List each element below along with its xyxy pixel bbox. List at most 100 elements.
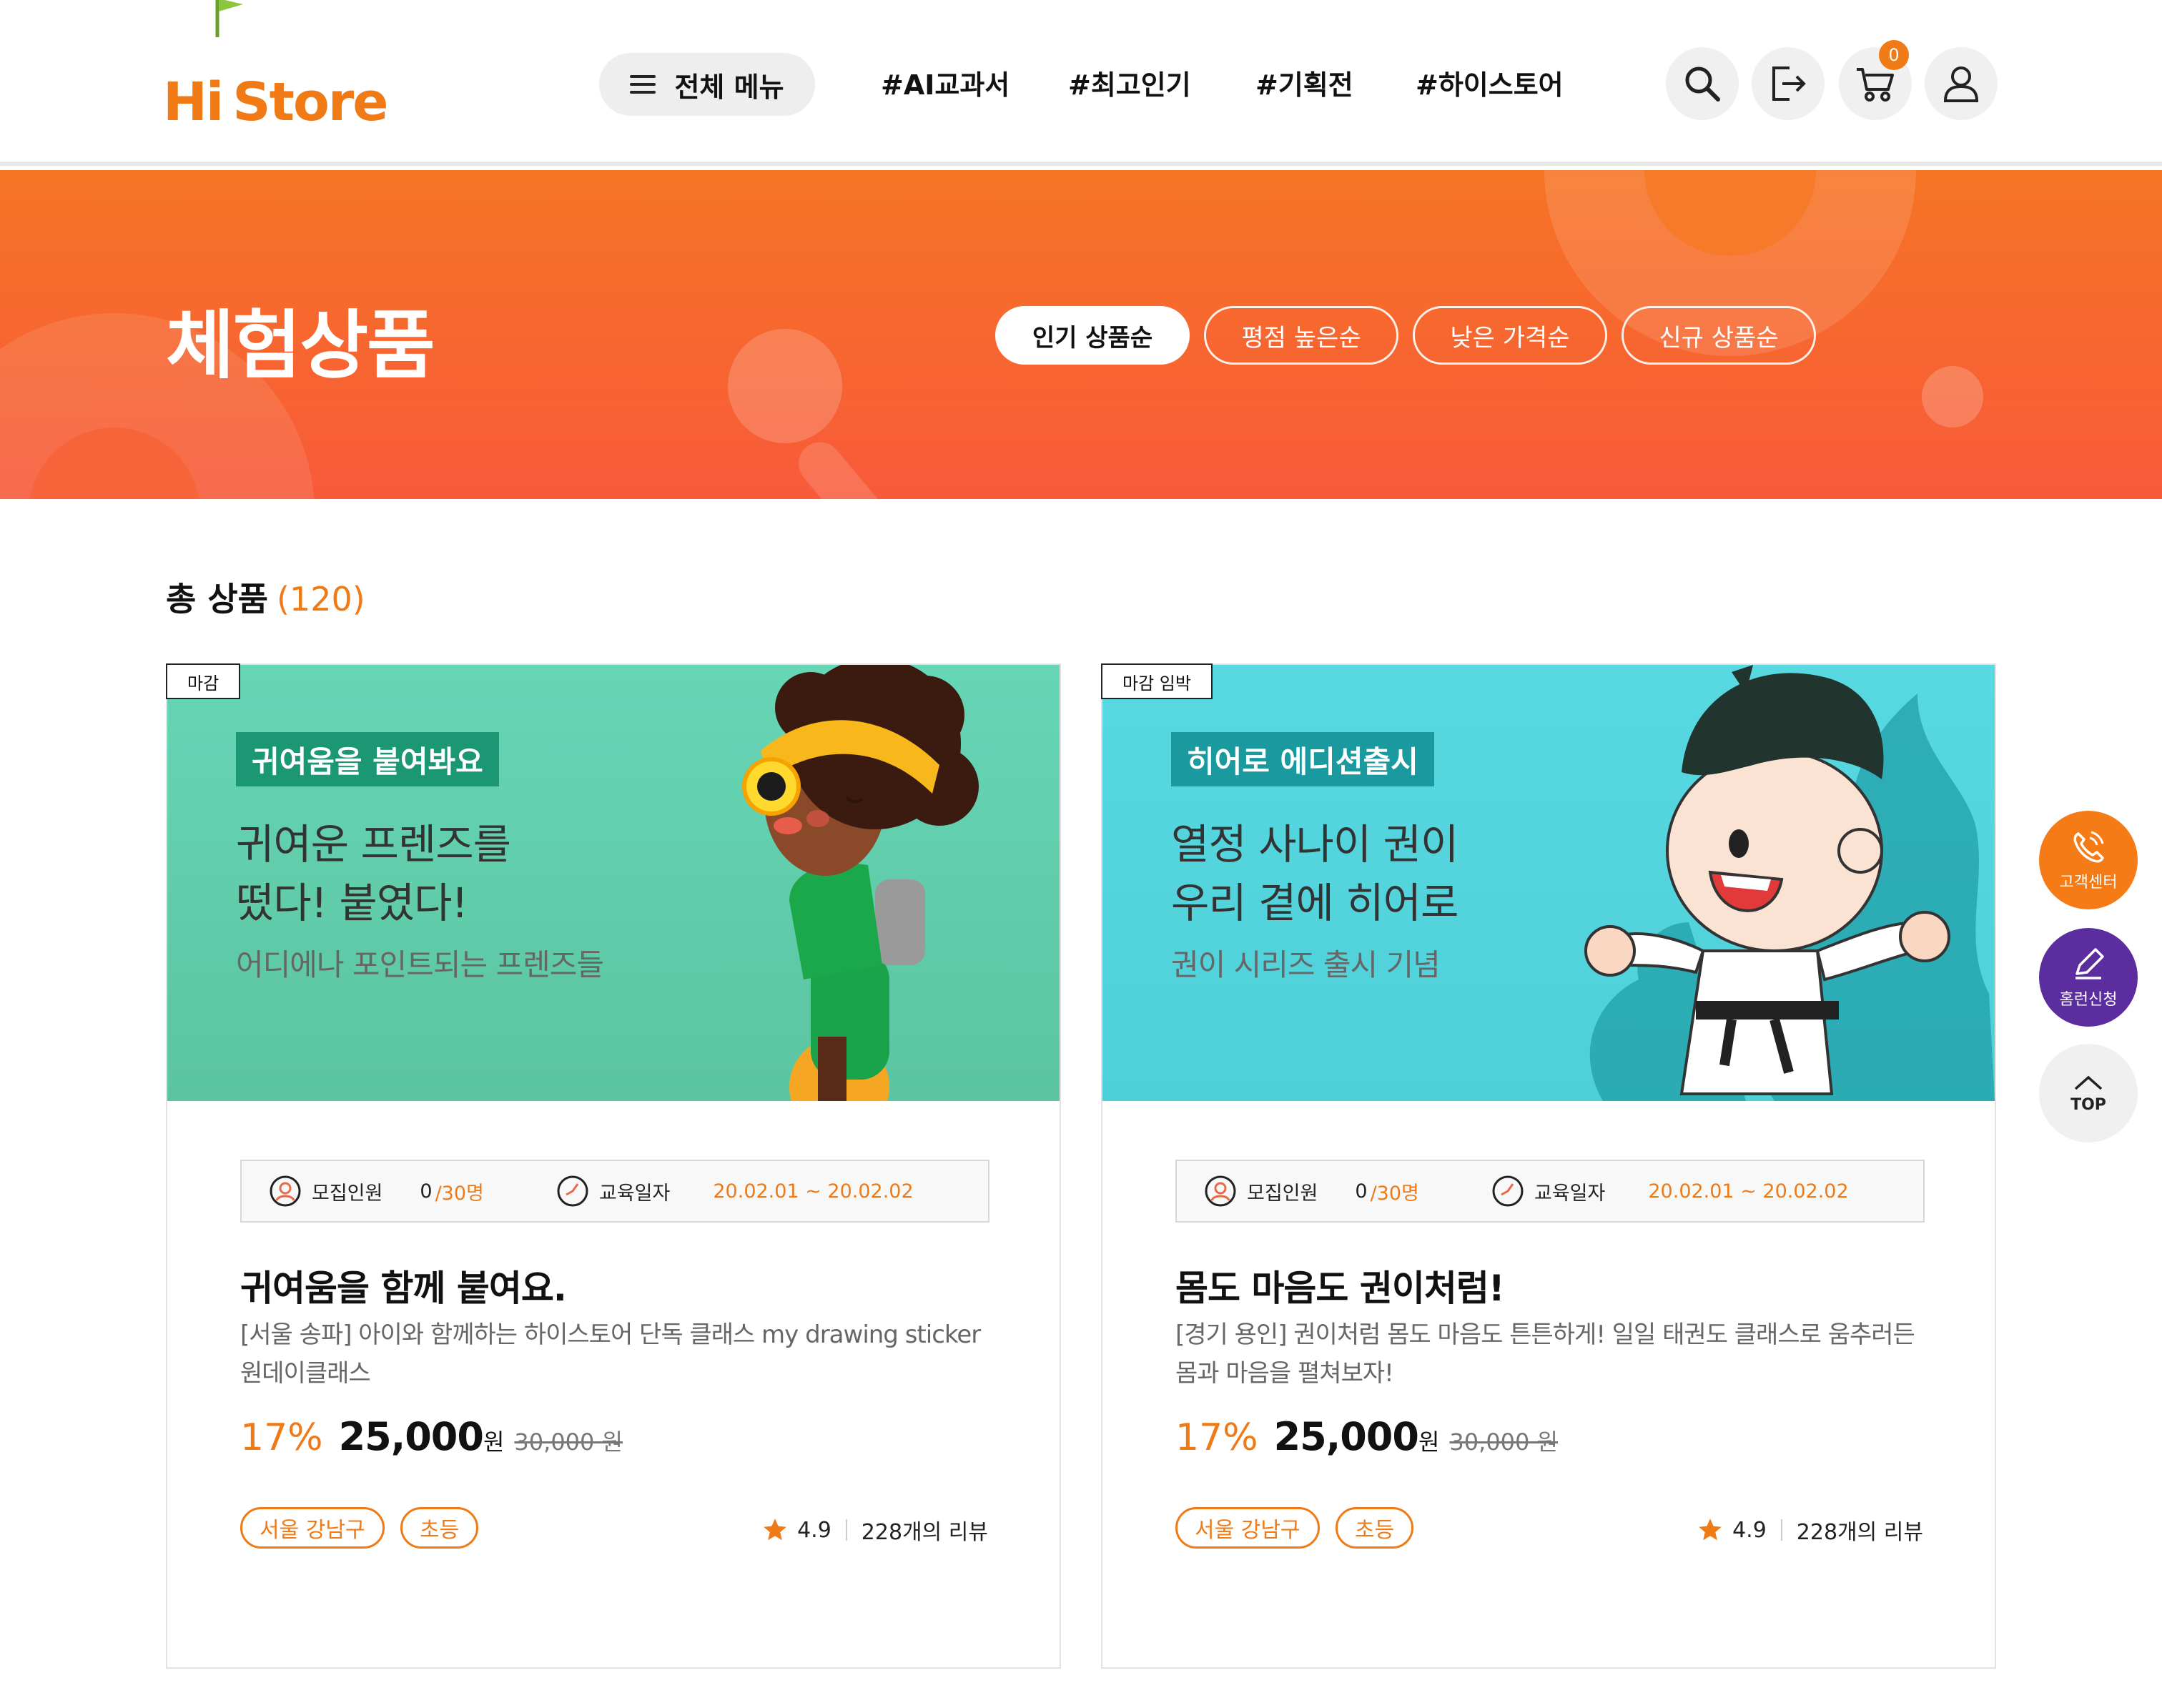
date-value: 20.02.01 ~ 20.02.02 bbox=[713, 1180, 914, 1203]
banner-decoration bbox=[789, 433, 892, 499]
pencil-icon bbox=[2075, 948, 2104, 979]
person-icon bbox=[1205, 1175, 1236, 1207]
image-headline-line: 우리 곁에 히어로 bbox=[1171, 879, 1458, 927]
customer-center-button[interactable]: 고객센터 bbox=[2039, 811, 2138, 909]
nav-promotion[interactable]: #기획전 bbox=[1255, 63, 1353, 102]
cart-count-badge: 0 bbox=[1879, 40, 1909, 70]
original-price: 30,000 원 bbox=[514, 1428, 623, 1456]
date-label: 교육일자 bbox=[599, 1182, 671, 1205]
phone-icon bbox=[2073, 831, 2104, 863]
image-headline: 귀여운 프렌즈를 떴다! 붙였다! bbox=[236, 815, 511, 932]
sort-rating-button[interactable]: 평점 높은순 bbox=[1204, 306, 1398, 365]
recruit-total: /30명 bbox=[435, 1182, 484, 1205]
image-badge: 히어로 에디션출시 bbox=[1171, 732, 1434, 786]
recruit-label: 모집인원 bbox=[312, 1182, 383, 1205]
recruit-current: 0 bbox=[1355, 1180, 1368, 1203]
date-label: 교육일자 bbox=[1534, 1182, 1606, 1205]
star-icon bbox=[1699, 1519, 1722, 1541]
info-box: 모집인원 0 /30명 교육일자 20.02.01 ~ 20.02.02 bbox=[240, 1160, 989, 1223]
divider bbox=[1780, 1519, 1782, 1541]
all-menu-button[interactable]: 전체 메뉴 bbox=[599, 53, 815, 116]
nav-histore[interactable]: #하이스토어 bbox=[1416, 63, 1564, 102]
image-headline-line: 열정 사나이 권이 bbox=[1171, 820, 1458, 869]
chevron-up-icon bbox=[2074, 1075, 2103, 1090]
rating-score: 4.9 bbox=[1732, 1517, 1767, 1543]
date-info: 교육일자 20.02.01 ~ 20.02.02 bbox=[556, 1175, 914, 1208]
image-headline-line: 귀여운 프렌즈를 bbox=[236, 820, 511, 869]
currency-label: 원 bbox=[483, 1428, 505, 1456]
header: Hi Store 전체 메뉴 #AI교과서 #최고인기 #기획전 #하이스토어 bbox=[0, 0, 2162, 166]
homerun-apply-button[interactable]: 홈런신청 bbox=[2039, 928, 2138, 1027]
product-card[interactable]: 마감 귀여움을 붙여봐요 귀여운 프렌즈를 떴다! 붙였다! 어디에나 포인트되… bbox=[166, 663, 1061, 1669]
scroll-top-button[interactable]: TOP bbox=[2039, 1044, 2138, 1142]
logo-store: Store bbox=[232, 71, 388, 133]
search-button[interactable] bbox=[1666, 47, 1739, 120]
price-row: 17% 25,000 원 30,000 원 bbox=[1175, 1414, 1558, 1459]
total-count: (120) bbox=[276, 580, 365, 618]
grade-chip[interactable]: 초등 bbox=[400, 1507, 479, 1549]
clock-icon bbox=[1492, 1175, 1524, 1207]
date-value: 20.02.01 ~ 20.02.02 bbox=[1648, 1180, 1849, 1203]
grade-chip[interactable]: 초등 bbox=[1336, 1507, 1414, 1549]
sale-price: 25,000 bbox=[1273, 1414, 1419, 1459]
location-chip[interactable]: 서울 강남구 bbox=[1175, 1507, 1320, 1549]
nav-ai-textbook[interactable]: #AI교과서 bbox=[881, 63, 1010, 102]
sort-low-price-button[interactable]: 낮은 가격순 bbox=[1413, 306, 1607, 365]
character-illustration bbox=[742, 665, 979, 1101]
status-badge: 마감 bbox=[166, 663, 241, 699]
hero-banner: 체험상품 인기 상품순 평점 높은순 낮은 가격순 신규 상품순 bbox=[0, 170, 2162, 499]
rating: 4.9 228개의 리뷰 bbox=[761, 1514, 988, 1546]
image-subtext: 어디에나 포인트되는 프렌즈들 bbox=[236, 947, 604, 982]
clock-icon bbox=[557, 1175, 588, 1207]
discount-rate: 17% bbox=[1175, 1416, 1258, 1459]
product-title[interactable]: 귀여움을 함께 붙여요. bbox=[240, 1260, 567, 1311]
product-card[interactable]: 마감 임박 히어로 에디션출시 열정 사나이 권이 우리 곁에 히어로 권이 시… bbox=[1101, 663, 1996, 1669]
recruit-total: /30명 bbox=[1370, 1182, 1419, 1205]
image-headline: 열정 사나이 권이 우리 곁에 히어로 bbox=[1171, 815, 1458, 932]
status-badge: 마감 임박 bbox=[1101, 663, 1213, 699]
currency-label: 원 bbox=[1418, 1428, 1440, 1456]
logout-button[interactable] bbox=[1752, 47, 1825, 120]
sort-new-button[interactable]: 신규 상품순 bbox=[1622, 306, 1816, 365]
logo[interactable]: Hi Store bbox=[163, 0, 389, 133]
logo-hi: Hi bbox=[163, 71, 224, 133]
rating: 4.9 228개의 리뷰 bbox=[1697, 1514, 1923, 1546]
product-description: [경기 용인] 권이처럼 몸도 마음도 튼튼하게! 일일 태권도 클래스로 움추… bbox=[1175, 1321, 1915, 1388]
nav-best[interactable]: #최고인기 bbox=[1068, 63, 1191, 102]
rating-score: 4.9 bbox=[797, 1517, 831, 1543]
image-badge: 귀여움을 붙여봐요 bbox=[236, 732, 499, 786]
flag-icon bbox=[215, 0, 243, 37]
original-price: 30,000 원 bbox=[1449, 1428, 1559, 1456]
all-menu-label: 전체 메뉴 bbox=[674, 71, 784, 103]
mypage-button[interactable] bbox=[1925, 47, 1998, 120]
character-illustration bbox=[1584, 665, 1995, 1101]
customer-center-label: 고객센터 bbox=[2059, 874, 2118, 892]
recruit-label: 모집인원 bbox=[1247, 1182, 1318, 1205]
image-subtext: 권이 시리즈 출시 기념 bbox=[1171, 947, 1441, 982]
price-row: 17% 25,000 원 30,000 원 bbox=[240, 1414, 623, 1459]
sort-popular-button[interactable]: 인기 상품순 bbox=[995, 306, 1190, 365]
total-label: 총 상품 bbox=[166, 580, 268, 618]
recruit-info: 모집인원 0 /30명 bbox=[269, 1175, 484, 1208]
recruit-info: 모집인원 0 /30명 bbox=[1204, 1175, 1419, 1208]
search-icon bbox=[1685, 66, 1720, 102]
product-image[interactable]: 히어로 에디션출시 열정 사나이 권이 우리 곁에 히어로 권이 시리즈 출시 … bbox=[1102, 665, 1995, 1101]
date-info: 교육일자 20.02.01 ~ 20.02.02 bbox=[1491, 1175, 1849, 1208]
scroll-top-label: TOP bbox=[2070, 1095, 2106, 1114]
star-icon bbox=[764, 1519, 786, 1541]
recruit-current: 0 bbox=[420, 1180, 433, 1203]
image-headline-line: 떴다! 붙였다! bbox=[236, 879, 468, 927]
product-image[interactable]: 귀여움을 붙여봐요 귀여운 프렌즈를 떴다! 붙였다! 어디에나 포인트되는 프… bbox=[167, 665, 1060, 1101]
total-products: 총 상품 (120) bbox=[166, 573, 365, 621]
info-box: 모집인원 0 /30명 교육일자 20.02.01 ~ 20.02.02 bbox=[1175, 1160, 1925, 1223]
divider bbox=[845, 1519, 847, 1541]
hamburger-icon bbox=[630, 75, 656, 94]
person-icon bbox=[270, 1175, 301, 1207]
review-count[interactable]: 228개의 리뷰 bbox=[1797, 1514, 1923, 1546]
product-description: [서울 송파] 아이와 함께하는 하이스토어 단독 클래스 my drawing… bbox=[240, 1321, 981, 1388]
discount-rate: 17% bbox=[240, 1416, 323, 1459]
location-chip[interactable]: 서울 강남구 bbox=[240, 1507, 385, 1549]
product-title[interactable]: 몸도 마음도 권이처럼! bbox=[1175, 1260, 1505, 1311]
review-count[interactable]: 228개의 리뷰 bbox=[862, 1514, 988, 1546]
banner-decoration bbox=[728, 329, 842, 443]
